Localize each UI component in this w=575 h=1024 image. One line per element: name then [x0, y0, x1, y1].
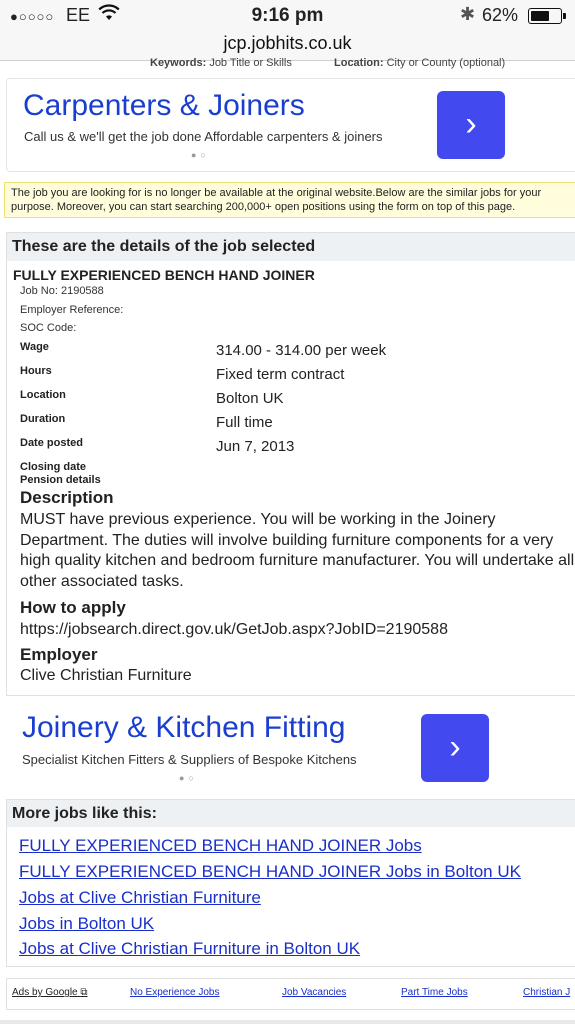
page-bottom-edge: [0, 1020, 575, 1024]
field-value-duration: Full time: [216, 414, 273, 431]
location-label: Location: City or County (optional): [334, 57, 506, 69]
description-text: MUST have previous experience. You will …: [20, 511, 575, 590]
job-unavailable-notice: The job you are looking for is no longer…: [4, 182, 575, 218]
employer-reference: Employer Reference:: [20, 304, 124, 316]
field-label: Location: [20, 389, 66, 401]
field-value-date-posted: Jun 7, 2013: [216, 438, 295, 455]
field-label: Duration: [20, 413, 66, 425]
carousel-dots: ●○: [191, 150, 210, 160]
footer-ad-link[interactable]: Job Vacancies: [282, 987, 346, 998]
ad-joinery[interactable]: Joinery & Kitchen Fitting Specialist Kit…: [6, 702, 575, 794]
field-label: Hours: [20, 365, 52, 377]
more-jobs-heading: More jobs like this:: [7, 800, 575, 827]
related-job-link[interactable]: FULLY EXPERIENCED BENCH HAND JOINER Jobs: [19, 836, 422, 856]
more-jobs-panel: More jobs like this: FULLY EXPERIENCED B…: [6, 799, 575, 967]
closing-date-label: Closing date: [20, 461, 87, 473]
job-number: Job No: 2190588: [20, 285, 104, 297]
job-details-panel: These are the details of the job selecte…: [6, 232, 575, 696]
footer-ad-link[interactable]: Christian J: [523, 987, 570, 998]
pension-details-label: Pension details: [20, 474, 101, 486]
ads-by-google-link[interactable]: Ads by Google ⧉: [12, 987, 88, 998]
ad-carpenters[interactable]: Carpenters & Joiners Call us & we'll get…: [6, 78, 575, 172]
field-value-hours: Fixed term contract: [216, 366, 345, 383]
footer-ad-link[interactable]: Part Time Jobs: [401, 987, 468, 998]
ad-subtitle: Specialist Kitchen Fitters & Suppliers o…: [22, 752, 357, 767]
ads-footer: Ads by Google ⧉ No Experience Jobs Job V…: [6, 978, 575, 1010]
footer-ad-link[interactable]: No Experience Jobs: [130, 987, 220, 998]
ad-arrow-button[interactable]: ›: [437, 91, 505, 159]
employer-heading: Employer: [20, 645, 98, 664]
external-link-icon: ⧉: [80, 987, 88, 998]
employer-name: Clive Christian Furniture: [20, 667, 192, 684]
description-heading: Description: [20, 488, 114, 507]
ad-title[interactable]: Joinery & Kitchen Fitting: [22, 711, 345, 745]
details-heading: These are the details of the job selecte…: [7, 233, 575, 261]
url-text: jcp.jobhits.co.uk: [223, 33, 352, 53]
ad-title[interactable]: Carpenters & Joiners: [23, 89, 305, 123]
battery-percent: 62%: [482, 5, 519, 25]
bluetooth-icon: ✱: [460, 4, 476, 24]
job-title: FULLY EXPERIENCED BENCH HAND JOINER: [13, 267, 315, 283]
field-value-location: Bolton UK: [216, 390, 284, 407]
carousel-dots: ●○: [179, 773, 198, 783]
field-label: Date posted: [20, 437, 83, 449]
battery-icon: [528, 8, 566, 24]
related-job-link[interactable]: Jobs at Clive Christian Furniture in Bol…: [19, 939, 360, 959]
soc-code: SOC Code:: [20, 322, 77, 334]
related-job-link[interactable]: FULLY EXPERIENCED BENCH HAND JOINER Jobs…: [19, 862, 521, 882]
how-to-apply-heading: How to apply: [20, 598, 126, 617]
keywords-label: Keywords: Job Title or Skills: [150, 57, 292, 69]
ad-subtitle: Call us & we'll get the job done Afforda…: [24, 129, 383, 144]
related-job-link[interactable]: Jobs in Bolton UK: [19, 914, 154, 934]
related-job-link[interactable]: Jobs at Clive Christian Furniture: [19, 888, 261, 908]
apply-url: https://jobsearch.direct.gov.uk/GetJob.a…: [20, 621, 448, 638]
ad-arrow-button[interactable]: ›: [421, 714, 489, 782]
status-bar: ●○○○○ EE 9:16 pm ✱ 62%: [0, 0, 575, 32]
field-label: Wage: [20, 341, 49, 353]
field-value-wage: 314.00 - 314.00 per week: [216, 342, 387, 359]
